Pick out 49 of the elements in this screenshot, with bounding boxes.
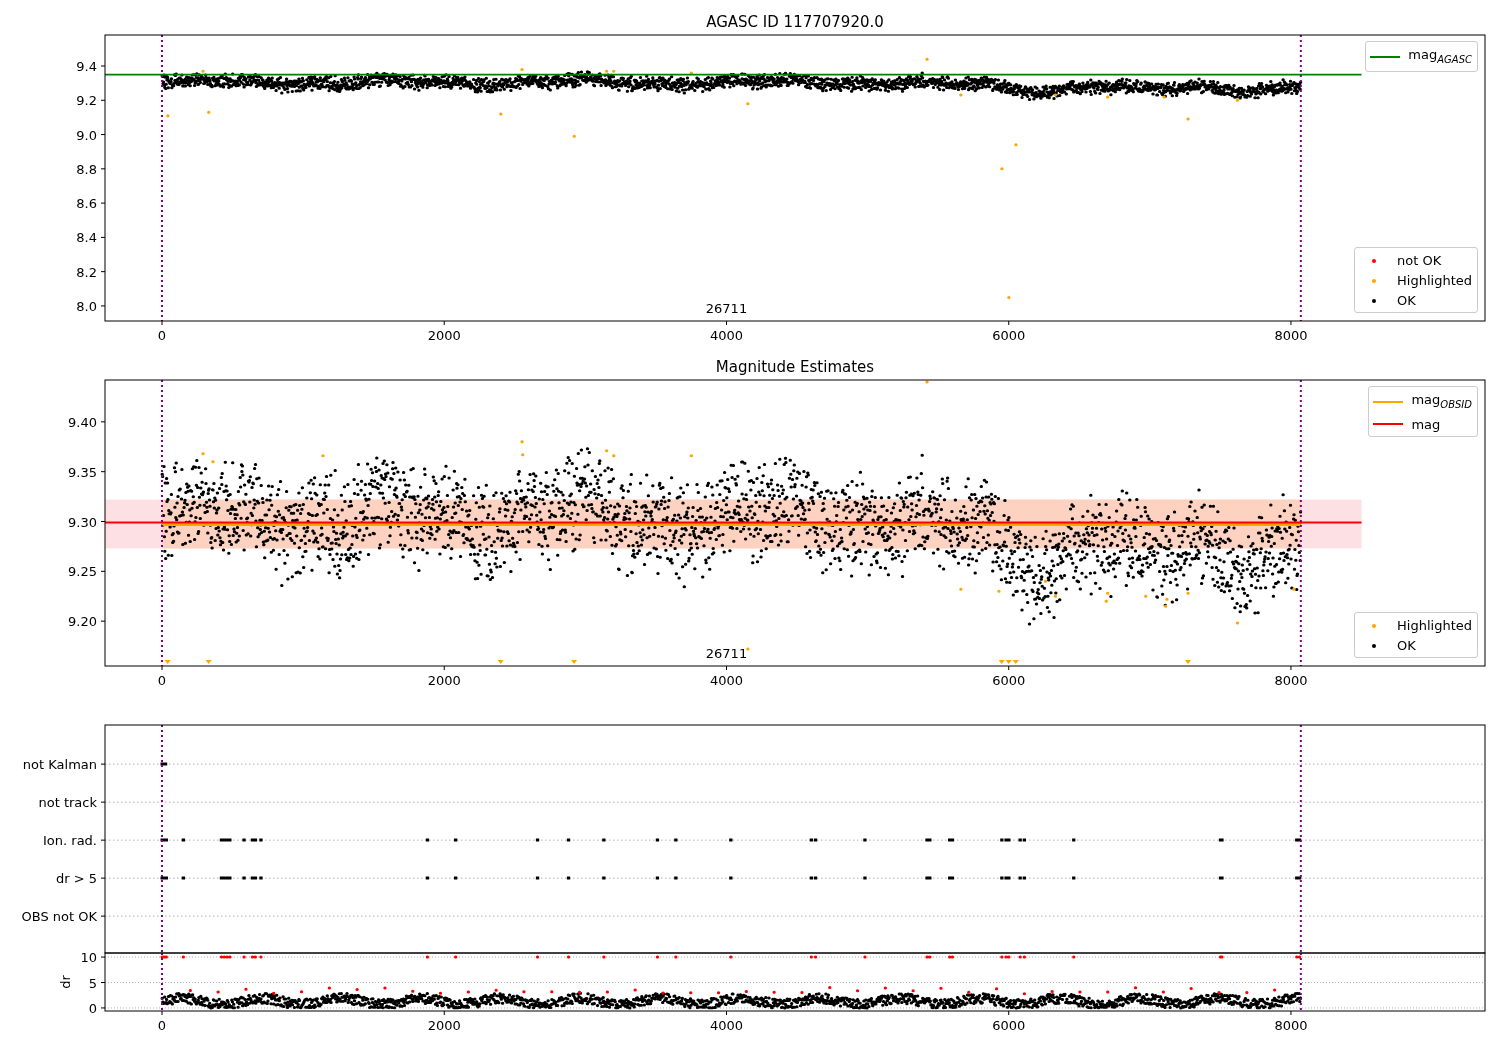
legend-label: Highlighted xyxy=(1397,272,1472,290)
tick-label: 2000 xyxy=(427,1018,461,1033)
tick-label: not Kalman xyxy=(22,757,97,773)
tick-label: 8.4 xyxy=(76,230,97,246)
tick-label: dr > 5 xyxy=(55,871,97,887)
tick-label: 9.40 xyxy=(68,414,97,430)
legend-label: mag$_{OBSID}$ xyxy=(1411,391,1472,412)
tick-label: 4000 xyxy=(709,673,744,688)
chart-title: Magnitude Estimates xyxy=(715,358,875,376)
tick-label: 9.4 xyxy=(76,59,97,74)
tick-label: 9.30 xyxy=(68,514,97,530)
tick-label: 4000 xyxy=(709,328,744,343)
legend-label: OK xyxy=(1397,637,1416,655)
tick-label: 6000 xyxy=(992,1018,1026,1033)
legend-label: mag xyxy=(1411,415,1441,434)
tick-label: 5 xyxy=(88,975,97,991)
legend-label: OK xyxy=(1397,292,1416,310)
obsid-label: 26711 xyxy=(705,301,748,316)
tick-label: 6000 xyxy=(992,328,1026,343)
legend-label: not OK xyxy=(1397,252,1442,270)
tick-label: 2000 xyxy=(427,328,461,343)
obsid-label: 26711 xyxy=(705,646,748,661)
tick-label: 9.35 xyxy=(68,464,97,480)
legend-label: mag$_{AGASC}$ xyxy=(1408,46,1472,67)
tick-label: 10 xyxy=(80,950,97,966)
tick-label: 6000 xyxy=(992,673,1026,688)
tick-label: 0 xyxy=(157,673,167,688)
chart-title: AGASC ID 117707920.0 xyxy=(706,13,884,31)
tick-label: OBS not OK xyxy=(21,909,97,925)
axis-label: dr xyxy=(58,975,73,989)
tick-label: 8.2 xyxy=(76,264,97,280)
tick-label: 2000 xyxy=(427,673,461,688)
tick-label: 8.0 xyxy=(76,298,97,314)
tick-label: 9.2 xyxy=(76,93,97,109)
tick-label: 8.6 xyxy=(76,196,97,212)
tick-label: 4000 xyxy=(709,1018,744,1033)
tick-label: 8000 xyxy=(1274,328,1308,343)
tick-label: 9.20 xyxy=(68,614,97,630)
tick-label: 0 xyxy=(88,1000,97,1016)
tick-label: 0 xyxy=(157,328,167,343)
tick-label: 8000 xyxy=(1274,673,1308,688)
tick-label: 9.0 xyxy=(76,127,97,143)
tick-label: not track xyxy=(38,795,97,811)
tick-label: 9.25 xyxy=(68,564,97,580)
tick-label: 8.8 xyxy=(76,161,97,177)
tick-label: 8000 xyxy=(1274,1018,1308,1033)
tick-label: 0 xyxy=(157,1018,167,1033)
legend-label: Highlighted xyxy=(1397,617,1472,635)
tick-label: Ion. rad. xyxy=(43,833,97,849)
